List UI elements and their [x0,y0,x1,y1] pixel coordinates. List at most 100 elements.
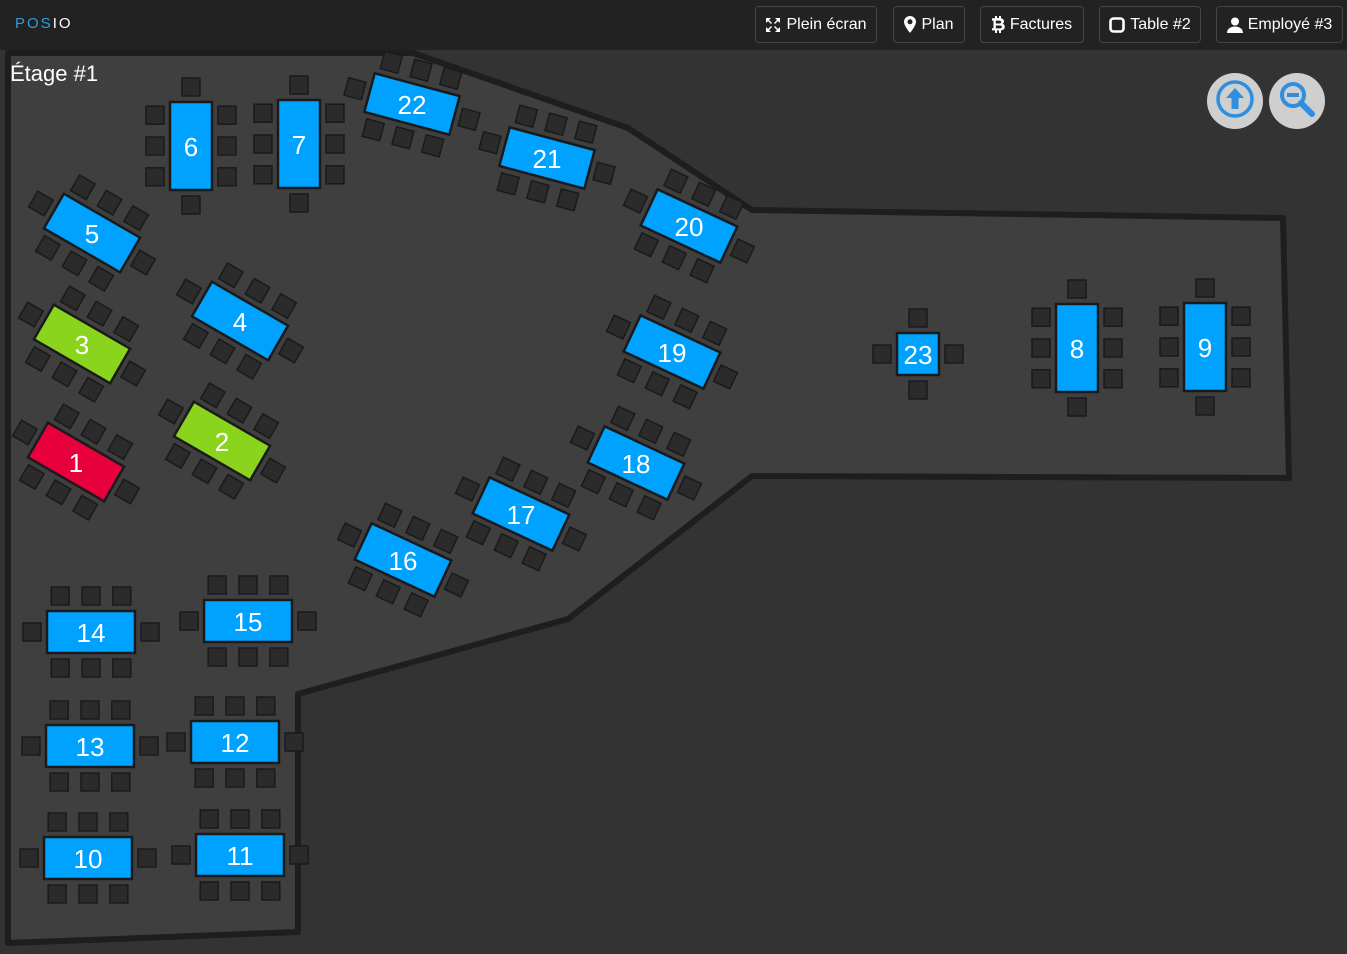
brand-logo[interactable]: POSIO [15,15,73,32]
chair [194,696,214,716]
chair [908,380,928,400]
chair [181,195,201,215]
brand-part-2: IO [52,15,73,32]
chair [1159,368,1179,388]
chair [49,772,69,792]
current-table-button[interactable]: Table #2 [1099,6,1201,43]
invoices-button[interactable]: Factures [980,6,1084,43]
chair [49,700,69,720]
plan-button[interactable]: Plan [893,6,965,43]
chair [140,622,160,642]
chair [1195,278,1215,298]
bitcoin-icon [991,16,1005,33]
chair [1231,337,1251,357]
top-navbar: POSIO Plein écran Plan Factures Table #2… [0,0,1347,50]
chair [496,171,521,196]
chair [1103,307,1123,327]
table-number: 7 [292,130,306,160]
chair [409,58,433,83]
chair [80,772,100,792]
chair [1031,369,1051,389]
user-icon [1226,17,1243,33]
chair [573,120,598,145]
chair [1031,338,1051,358]
table-number: 18 [622,449,651,479]
plan-label: Plan [921,15,954,33]
chair [1231,368,1251,388]
chair [50,586,70,606]
table-number: 23 [904,340,933,370]
chair [112,586,132,606]
chair [199,881,219,901]
chair [361,117,386,142]
chair [253,103,273,123]
chair [81,658,101,678]
chair [872,344,892,364]
chair [238,575,258,595]
chair [438,66,463,91]
chair [171,845,191,865]
table-number: 13 [76,732,105,762]
chair [391,125,415,150]
chair [78,812,98,832]
chair [526,179,550,204]
chair [109,812,129,832]
chair [230,809,250,829]
chair [514,104,539,129]
chair [269,647,289,667]
table-number: 14 [77,618,106,648]
chair [137,848,157,868]
chair [1195,396,1215,416]
table-number: 2 [215,427,229,457]
chair [217,105,237,125]
map-marker-icon [904,16,917,33]
chair [181,77,201,97]
invoices-label: Factures [1009,15,1073,33]
chair [544,112,568,137]
chair [111,772,131,792]
fullscreen-icon [765,17,781,33]
table-number: 21 [533,144,562,174]
chair [253,165,273,185]
chair [81,586,101,606]
table-number: 1 [69,448,83,478]
chair [325,103,345,123]
chair [238,647,258,667]
zoom-out-button[interactable] [1269,73,1325,129]
fullscreen-button[interactable]: Plein écran [755,6,877,43]
chair [111,700,131,720]
chair [1159,337,1179,357]
chair [199,809,219,829]
table-number: 12 [221,728,250,758]
table-number: 6 [184,132,198,162]
chair [145,136,165,156]
chair [555,187,580,212]
fullscreen-label: Plein écran [786,15,867,33]
chair [22,622,42,642]
chair [19,848,39,868]
table-number: 15 [234,607,263,637]
chair [1159,306,1179,326]
chair [1231,306,1251,326]
chair [78,884,98,904]
table-number: 20 [675,212,704,242]
current-employee-button[interactable]: Employé #3 [1216,6,1343,43]
chair [944,344,964,364]
chair [297,611,317,631]
chair [50,658,70,678]
chair [1031,307,1051,327]
square-icon [1109,16,1126,33]
chair [139,736,159,756]
chair [230,881,250,901]
table-number: 8 [1070,334,1084,364]
chair [207,647,227,667]
chair [179,611,199,631]
chair [256,768,276,788]
chair [145,105,165,125]
level-up-button[interactable] [1207,73,1263,129]
table-number: 17 [507,500,536,530]
arrow-up-circle-icon [1215,79,1255,124]
chair [1103,338,1123,358]
chair [420,133,445,158]
current-employee-label: Employé #3 [1247,15,1333,33]
